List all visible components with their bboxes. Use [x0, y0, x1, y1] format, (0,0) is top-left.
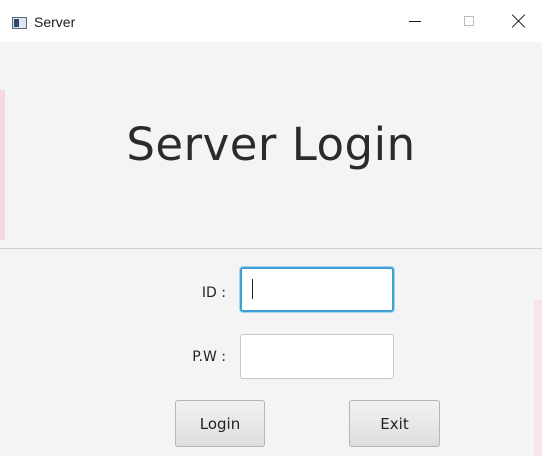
background-edge-right [534, 300, 542, 456]
server-login-window: Server Server Login ID : P.W : Login Exi… [0, 0, 542, 456]
close-button[interactable] [496, 4, 542, 38]
page-title: Server Login [126, 118, 416, 171]
login-button[interactable]: Login [175, 400, 265, 447]
exit-button[interactable]: Exit [349, 400, 440, 447]
text-caret [252, 279, 253, 299]
window-title: Server [34, 14, 76, 30]
app-icon [12, 17, 27, 29]
minimize-button[interactable] [392, 4, 438, 38]
title-bar[interactable]: Server [0, 0, 542, 42]
divider [0, 248, 542, 249]
minimize-icon [409, 20, 421, 22]
close-icon [512, 14, 526, 28]
maximize-icon [464, 16, 474, 26]
id-input[interactable] [240, 267, 394, 312]
password-label: P.W : [192, 349, 226, 365]
password-input[interactable] [240, 334, 394, 379]
id-label: ID : [201, 285, 226, 301]
maximize-button[interactable] [446, 4, 492, 38]
